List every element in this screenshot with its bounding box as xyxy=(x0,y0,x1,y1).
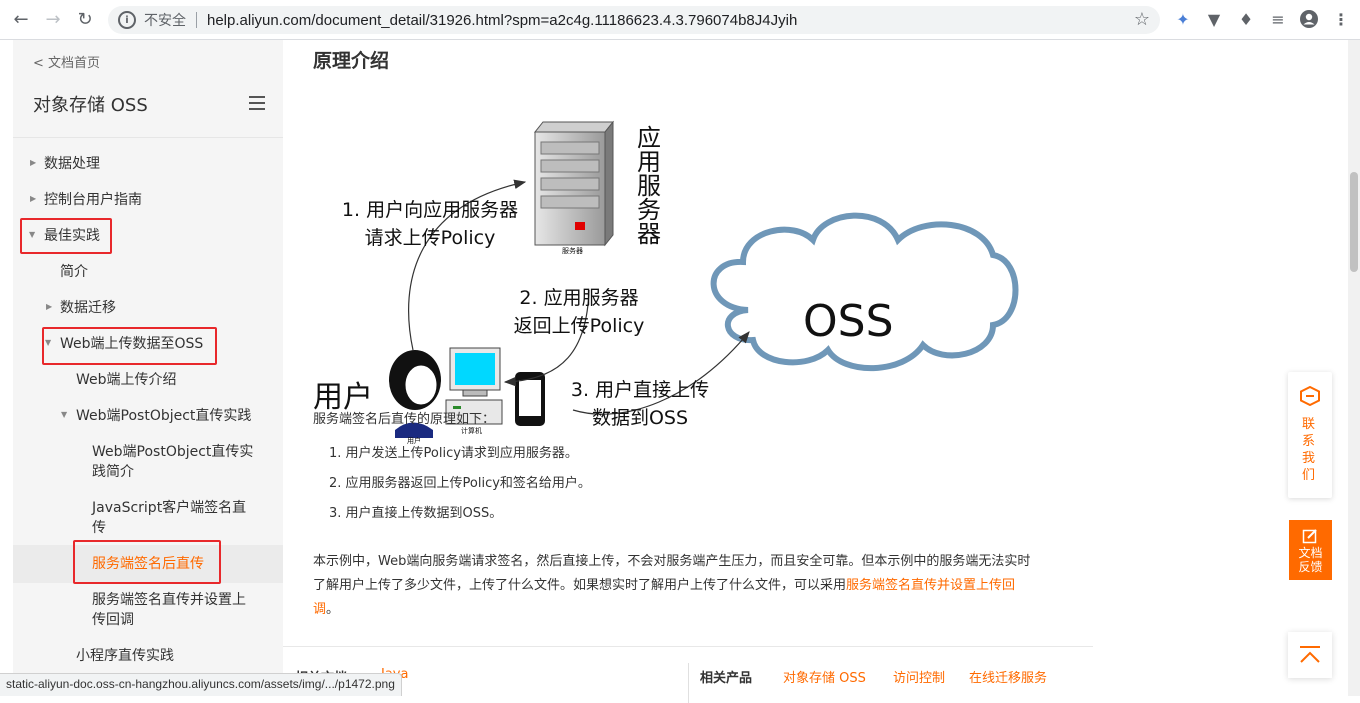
extensions-puzzle-icon[interactable]: ♦ xyxy=(1235,8,1257,30)
feedback-label: 文档 反馈 xyxy=(1298,546,1323,574)
collapse-arrow-icon[interactable]: ▼ xyxy=(29,230,35,239)
sidebar-item-web-upload-intro[interactable]: Web端上传介绍 xyxy=(76,370,177,390)
extension-bird-icon[interactable]: ✦ xyxy=(1172,8,1194,30)
doc-feedback-button[interactable]: 文档 反馈 xyxy=(1289,520,1332,580)
address-separator xyxy=(196,12,197,28)
sidebar-item-postobject-intro[interactable]: Web端PostObject直传实 践简介 xyxy=(92,442,253,482)
oss-label: OSS xyxy=(803,296,894,347)
related-products-label: 相关产品 xyxy=(700,671,753,686)
edit-icon xyxy=(1302,529,1317,544)
back-arrow-icon[interactable]: ← xyxy=(8,7,34,33)
reload-icon[interactable]: ↻ xyxy=(72,7,98,33)
related-divider xyxy=(688,663,689,703)
product-link-migration[interactable]: 在线迁移服务 xyxy=(969,667,1047,686)
sidebar-item-postobject[interactable]: Web端PostObject直传实践 xyxy=(76,406,251,426)
sidebar-item-miniprogram[interactable]: 小程序直传实践 xyxy=(76,646,174,666)
profile-avatar-icon[interactable] xyxy=(1298,8,1320,30)
extension-v-icon[interactable]: ▼ xyxy=(1203,8,1225,30)
sidebar-item-console-guide[interactable]: 控制台用户指南 xyxy=(44,190,142,210)
info-icon[interactable]: i xyxy=(118,11,136,29)
expand-arrow-icon[interactable]: ▶ xyxy=(30,158,36,167)
step-list-item: 3. 用户直接上传数据到OSS。 xyxy=(329,506,503,521)
doc-sidebar: < 文档首页 对象存储 OSS ▶ 数据处理 ▶ 控制台用户指南 ▼ 最佳实践 … xyxy=(13,40,283,696)
scrollbar-thumb[interactable] xyxy=(1350,172,1358,272)
hamburger-menu-icon[interactable] xyxy=(249,96,265,114)
sidebar-title: 对象存储 OSS xyxy=(33,95,148,116)
phone-graphic xyxy=(515,372,545,426)
expand-arrow-icon[interactable]: ▶ xyxy=(30,194,36,203)
product-link-oss[interactable]: 对象存储 OSS xyxy=(783,667,866,686)
url-text[interactable]: help.aliyun.com/document_detail/31926.ht… xyxy=(207,12,797,29)
sidebar-item-best-practice[interactable]: 最佳实践 xyxy=(44,226,100,246)
description-paragraph: 本示例中，Web端向服务端请求签名，然后直接上传，不会对服务端产生压力，而且安全… xyxy=(313,554,1031,617)
address-bar[interactable]: i 不安全 help.aliyun.com/document_detail/31… xyxy=(108,6,1160,34)
sidebar-item-data-processing[interactable]: 数据处理 xyxy=(44,154,100,174)
sidebar-item-intro[interactable]: 简介 xyxy=(60,262,88,282)
forward-arrow-icon[interactable]: → xyxy=(40,7,66,33)
browser-menu-icon[interactable]: ⋮ xyxy=(1330,8,1352,30)
sidebar-item-js-client-sign[interactable]: JavaScript客户端签名直传 xyxy=(92,498,246,538)
step-list-item: 2. 应用服务器返回上传Policy和签名给用户。 xyxy=(329,476,591,491)
contact-us-label: 联系我们 xyxy=(1302,417,1316,483)
related-section: 相关文档 Java 相关产品 对象存储 OSS 访问控制 在线迁移服务 xyxy=(283,646,1093,703)
step3-label: 3. 用户直接上传 数据到OSS xyxy=(570,379,710,429)
reading-list-icon[interactable]: ≡ xyxy=(1267,8,1289,30)
collapse-arrow-icon[interactable]: ▼ xyxy=(61,410,67,419)
doc-home-link[interactable]: < 文档首页 xyxy=(33,52,100,71)
section-heading: 原理介绍 xyxy=(313,50,390,72)
server-caption: 服务器 xyxy=(562,247,583,255)
sidebar-item-server-sign-callback[interactable]: 服务端签名直传并设置上 传回调 xyxy=(92,590,246,630)
sidebar-item-web-upload[interactable]: Web端上传数据至OSS xyxy=(60,334,203,354)
back-to-top-button[interactable] xyxy=(1288,632,1332,678)
collapse-arrow-icon[interactable]: ▼ xyxy=(45,338,51,347)
sidebar-divider xyxy=(13,137,283,138)
intro-text: 服务端签名后直传的原理如下： xyxy=(313,412,496,427)
browser-toolbar: ← → ↻ i 不安全 help.aliyun.com/document_det… xyxy=(0,0,1360,40)
chevron-up-icon xyxy=(1300,646,1320,663)
callback-doc-link[interactable]: 服务端签名直传并设置上传回 xyxy=(846,578,1015,593)
sidebar-item-data-migration[interactable]: 数据迁移 xyxy=(60,298,116,318)
architecture-diagram: 应用服务器 服务器 1. 用户向应用服务器 请求上传Policy 2. 应用服务器… xyxy=(303,80,1023,450)
product-link-ram[interactable]: 访问控制 xyxy=(893,667,945,686)
step-list-item: 1. 用户发送上传Policy请求到应用服务器。 xyxy=(329,446,578,461)
sidebar-item-server-sign-upload[interactable]: 服务端签名后直传 xyxy=(92,554,204,574)
status-bar-url: static-aliyun-doc.oss-cn-hangzhou.aliyun… xyxy=(0,673,402,696)
bookmark-star-icon[interactable]: ☆ xyxy=(1134,9,1150,30)
insecure-label: 不安全 xyxy=(144,13,186,29)
app-server-label: 应用服务器 xyxy=(637,124,661,248)
main-content: 原理介绍 应用服务器 服务器 1. 用户向应用服务器 请求上传Policy 2.… xyxy=(283,40,1348,703)
callback-doc-link-cont[interactable]: 调 xyxy=(313,602,326,617)
contact-us-widget[interactable]: 联系我们 xyxy=(1288,372,1332,498)
step1-label: 1. 用户向应用服务器 请求上传Policy xyxy=(341,199,519,249)
contact-hexagon-icon xyxy=(1300,386,1320,406)
expand-arrow-icon[interactable]: ▶ xyxy=(46,302,52,311)
server-graphic xyxy=(533,120,615,247)
computer-caption: 计算机 xyxy=(461,427,482,435)
step2-label: 2. 应用服务器 返回上传Policy xyxy=(513,287,645,337)
page-scrollbar[interactable] xyxy=(1348,40,1360,696)
